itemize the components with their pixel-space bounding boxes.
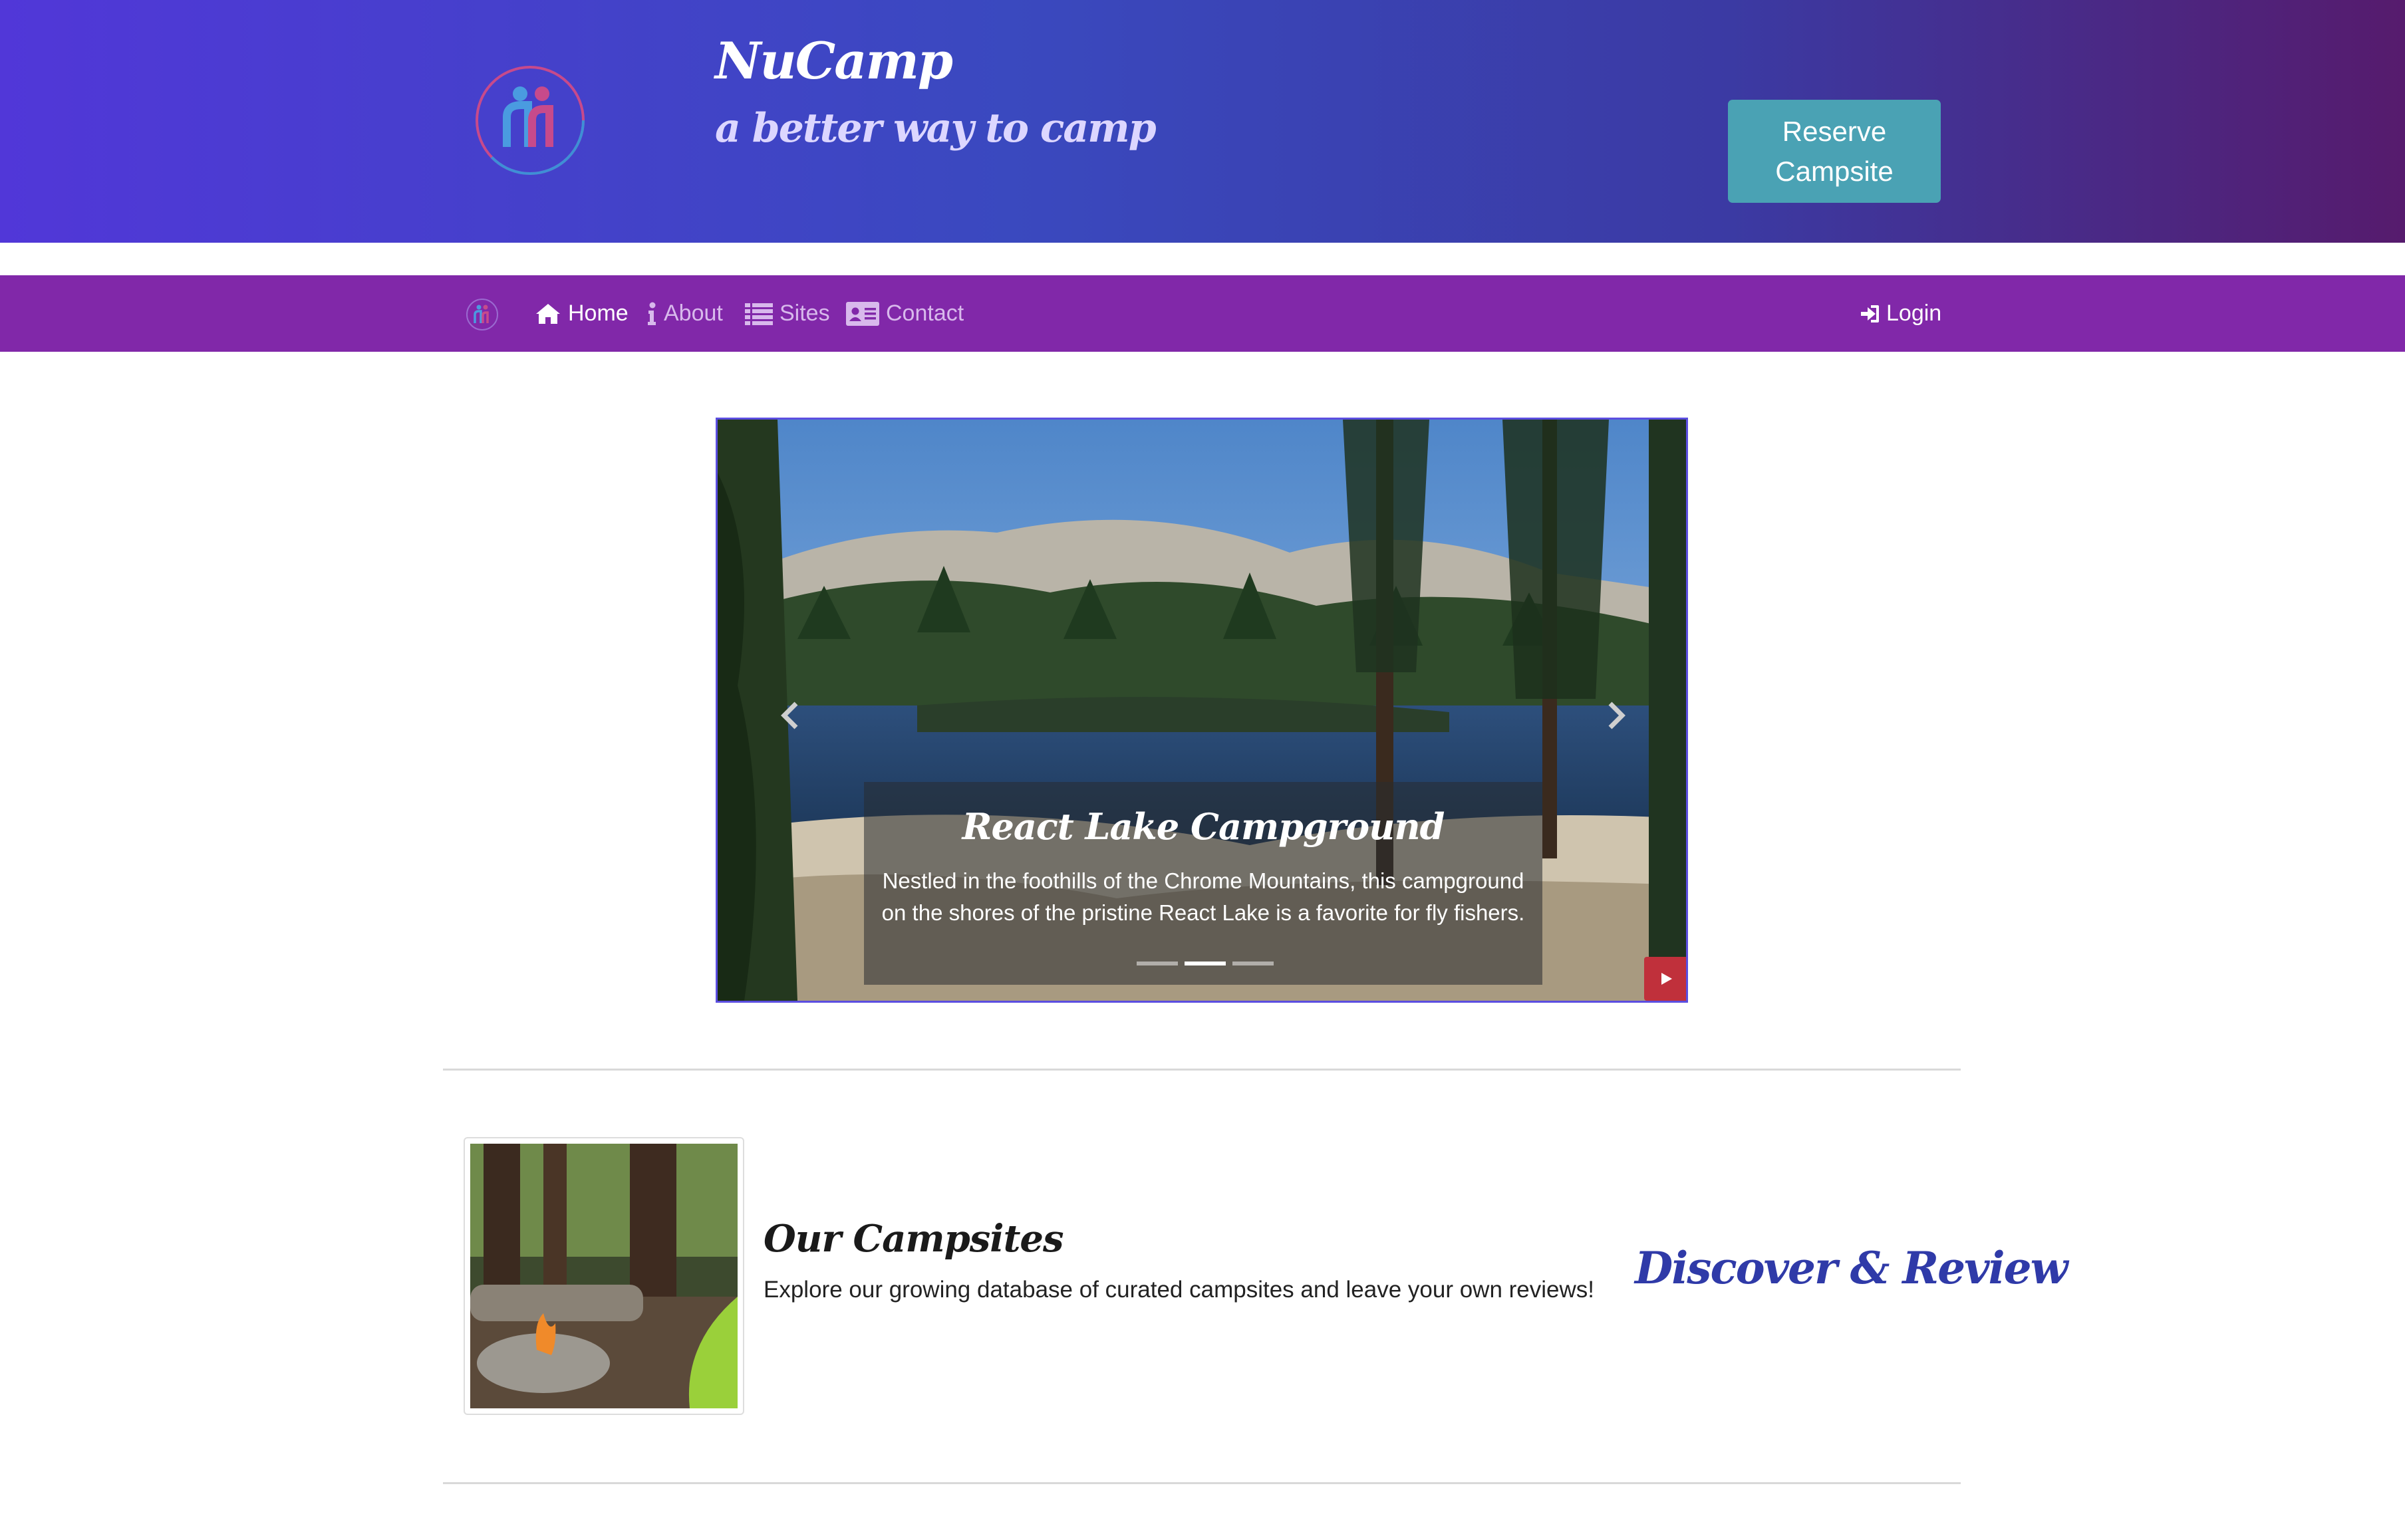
next-slide-icon[interactable] (1596, 696, 1635, 735)
sign-in-icon (1861, 305, 1879, 322)
nav-login[interactable]: Login (1860, 275, 1941, 352)
header-jumbotron: NuCamp a better way to camp Reserve Camp… (0, 0, 2405, 243)
play-icon (1661, 973, 1672, 985)
nav-login-label: Login (1886, 301, 1942, 326)
section-divider (443, 1482, 1961, 1484)
feature-heading: Our Campsites (764, 1217, 1064, 1261)
feature-description: Explore our growing database of curated … (764, 1277, 1595, 1303)
slide-indicator[interactable] (1232, 962, 1274, 965)
discover-review-link[interactable]: Discover & Review (1635, 1242, 2068, 1294)
nav-logo-icon[interactable] (466, 298, 499, 331)
nav-home-label: Home (568, 301, 629, 326)
site-title: NuCamp (715, 31, 953, 90)
list-icon (745, 303, 773, 325)
home-icon (536, 303, 560, 324)
nav-about[interactable]: About (646, 275, 723, 352)
nav-sites[interactable]: Sites (745, 275, 830, 352)
reserve-button-label: Reserve Campsite (1775, 115, 1894, 187)
nav-about-label: About (664, 301, 723, 326)
navbar: Home About Sites Contact Login (0, 275, 2405, 352)
carousel-caption-title: React Lake Campground (962, 805, 1445, 848)
carousel-caption: React Lake Campground Nestled in the foo… (864, 782, 1542, 985)
nav-sites-label: Sites (779, 301, 830, 326)
nav-home[interactable]: Home (535, 275, 629, 352)
nucamp-logo (476, 66, 585, 175)
slide-indicator[interactable] (1137, 962, 1178, 965)
carousel-caption-text: Nestled in the foothills of the Chrome M… (881, 868, 1525, 925)
address-card-icon (846, 301, 879, 326)
campground-carousel[interactable]: React Lake Campground Nestled in the foo… (716, 418, 1688, 1003)
info-icon (648, 302, 656, 325)
nav-contact-label: Contact (886, 301, 964, 326)
carousel-indicators (1137, 962, 1274, 965)
section-divider (443, 1069, 1961, 1071)
campsite-thumbnail (464, 1137, 744, 1415)
play-button[interactable] (1644, 957, 1686, 1001)
slide-indicator-active[interactable] (1185, 962, 1226, 965)
site-tagline: a better way to camp (715, 105, 1157, 152)
nav-contact[interactable]: Contact (846, 275, 964, 352)
previous-slide-icon[interactable] (771, 696, 811, 735)
reserve-campsite-button[interactable]: Reserve Campsite (1728, 100, 1941, 203)
campfire-photo (470, 1144, 738, 1408)
